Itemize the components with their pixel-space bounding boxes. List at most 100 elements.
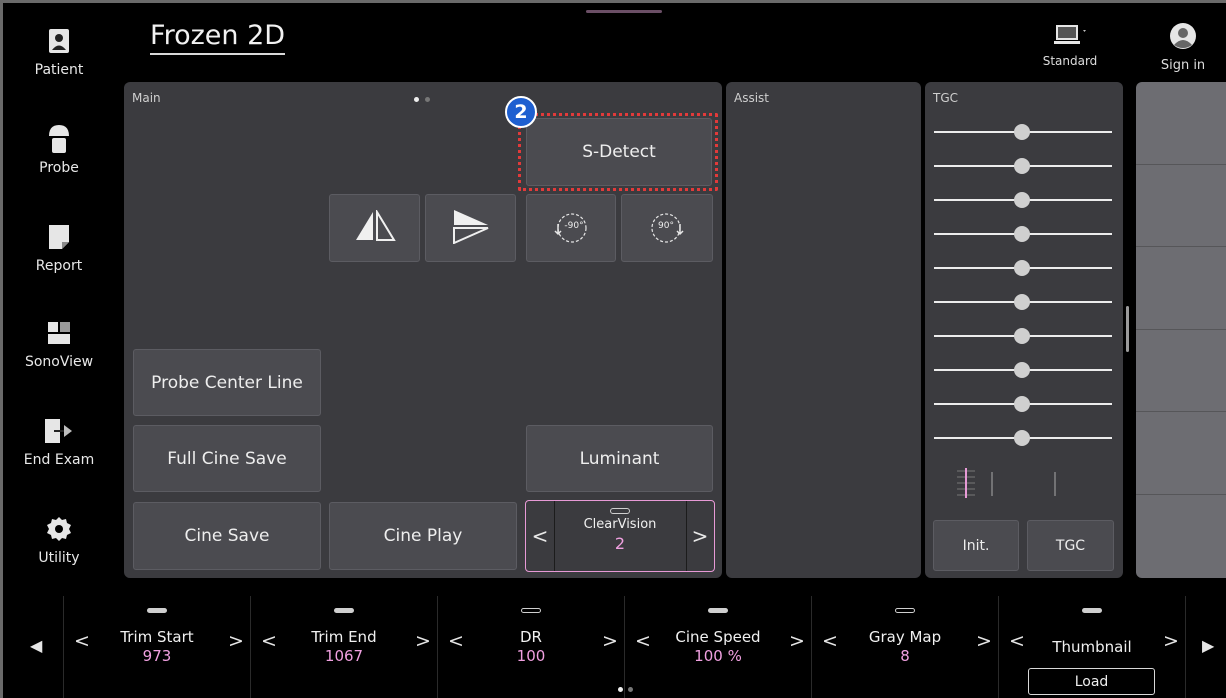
full-cine-save-button[interactable]: Full Cine Save — [133, 425, 321, 492]
tgc-panel-title: TGC — [933, 91, 959, 105]
control-indicator-icon — [1082, 608, 1102, 613]
control-value: 8 — [900, 647, 910, 665]
rotate-left-button[interactable]: -90° — [526, 194, 616, 262]
rotate-left-label: -90° — [564, 221, 584, 231]
control-label: Trim Start — [120, 628, 194, 646]
increase-button[interactable]: > — [228, 630, 244, 652]
rotate-right-label: 90° — [658, 221, 674, 231]
rotate-right-icon: 90° — [647, 210, 687, 246]
main-panel-title: Main — [132, 91, 161, 105]
control-indicator-icon — [147, 608, 167, 613]
divider — [1136, 411, 1226, 412]
main-page-dot[interactable] — [425, 97, 430, 102]
bottom-prev-page-button[interactable]: ◀ — [30, 636, 42, 655]
tgc-slider-knob[interactable] — [1014, 430, 1030, 446]
sidebar-item-label: Probe — [39, 160, 79, 176]
main-page-dot-active[interactable] — [414, 97, 419, 102]
tgc-init-button[interactable]: Init. — [933, 520, 1019, 571]
cine-save-button[interactable]: Cine Save — [133, 502, 321, 570]
sidebar-item-report[interactable]: Report — [5, 222, 113, 274]
sidebar-item-probe[interactable]: Probe — [5, 124, 113, 176]
divider — [1136, 246, 1226, 247]
tgc-slider-knob[interactable] — [1014, 260, 1030, 276]
sidebar-item-label: End Exam — [23, 452, 95, 468]
monitor-mode-button[interactable]: Standard — [1040, 24, 1100, 68]
tgc-slider-knob[interactable] — [1014, 158, 1030, 174]
assist-panel-title: Assist — [734, 91, 770, 105]
rotate-right-button[interactable]: 90° — [621, 194, 713, 262]
control-label: DR — [520, 628, 542, 646]
report-icon — [44, 222, 74, 252]
s-detect-highlight — [518, 113, 718, 191]
tgc-slider-knob[interactable] — [1014, 226, 1030, 242]
tgc-slider-knob[interactable] — [1014, 396, 1030, 412]
sidebar-item-sonoview[interactable]: SonoView — [5, 318, 113, 370]
step-badge: 2 — [505, 96, 537, 128]
control-label: Gray Map — [868, 628, 942, 646]
control-label: Thumbnail — [1052, 638, 1132, 656]
control-value: 100 % — [694, 647, 742, 665]
increase-button[interactable]: > — [976, 630, 992, 652]
control-indicator-icon — [521, 608, 541, 613]
bottom-control-trim-end: < Trim End 1067 > — [251, 596, 437, 698]
assist-panel: Assist — [726, 82, 921, 578]
luminant-button[interactable]: Luminant — [526, 425, 713, 492]
control-label: Trim End — [311, 628, 377, 646]
panel-scroll-handle[interactable] — [1126, 306, 1129, 352]
divider — [1136, 494, 1226, 495]
bottom-next-page-button[interactable]: ▶ — [1202, 636, 1214, 655]
control-indicator-icon — [708, 608, 728, 613]
patient-icon — [44, 26, 74, 56]
sidebar-item-label: Utility — [38, 550, 80, 566]
bottom-page-dot-active[interactable] — [618, 687, 623, 692]
clearvision-label: ClearVision — [583, 517, 657, 532]
flip-vertical-button[interactable] — [425, 194, 516, 262]
flip-horizontal-button[interactable] — [329, 194, 420, 262]
clearvision-next-button[interactable]: > — [686, 501, 714, 571]
probe-center-line-button[interactable]: Probe Center Line — [133, 349, 321, 416]
tgc-slider-knob[interactable] — [1014, 362, 1030, 378]
tgc-curve-icon — [957, 468, 1056, 498]
bottom-control-dr: < DR 100 > — [438, 596, 624, 698]
tgc-slider-knob[interactable] — [1014, 192, 1030, 208]
sidebar-item-end-exam[interactable]: End Exam — [5, 416, 113, 468]
increase-button[interactable]: > — [789, 630, 805, 652]
control-label: Cine Speed — [675, 628, 761, 646]
increase-button[interactable]: > — [602, 630, 618, 652]
tgc-slider-knob[interactable] — [1014, 124, 1030, 140]
bottom-control-trim-start: < Trim Start 973 > — [64, 596, 250, 698]
monitor-mode-label: Standard — [1042, 54, 1098, 68]
divider — [1136, 329, 1226, 330]
control-value: 100 — [516, 647, 546, 665]
clearvision-value: 2 — [614, 534, 626, 553]
monitor-icon — [1040, 24, 1100, 50]
sidebar-item-label: Patient — [34, 62, 84, 78]
bottom-page-dot[interactable] — [628, 687, 633, 692]
increase-button[interactable]: > — [415, 630, 431, 652]
sign-in-label: Sign in — [1160, 58, 1206, 73]
tgc-button[interactable]: TGC — [1027, 520, 1114, 571]
clearvision-control: < ClearVision 2 > — [525, 500, 715, 572]
gear-icon — [44, 514, 74, 544]
tgc-slider-knob[interactable] — [1014, 328, 1030, 344]
sidebar-item-label: Report — [35, 258, 83, 274]
cine-play-button[interactable]: Cine Play — [329, 502, 517, 570]
sidebar-item-utility[interactable]: Utility — [5, 514, 113, 566]
avatar-icon — [1148, 22, 1218, 54]
right-button-column — [1136, 82, 1226, 578]
bottom-control-gray-map: < Gray Map 8 > — [812, 596, 998, 698]
rotate-left-icon: -90° — [551, 210, 591, 246]
flip-horizontal-icon — [352, 207, 398, 247]
bottom-control-cine-speed: < Cine Speed 100 % > — [625, 596, 811, 698]
increase-button[interactable]: > — [1163, 630, 1179, 652]
divider — [1185, 596, 1186, 698]
sidebar-item-patient[interactable]: Patient — [5, 26, 113, 78]
sign-in-button[interactable]: Sign in — [1148, 22, 1218, 73]
clearvision-indicator-icon — [610, 508, 630, 514]
tgc-slider-knob[interactable] — [1014, 294, 1030, 310]
clearvision-prev-button[interactable]: < — [526, 501, 554, 571]
load-button[interactable]: Load — [1028, 668, 1155, 695]
top-drag-handle[interactable] — [586, 10, 662, 13]
control-value: 973 — [142, 647, 172, 665]
control-indicator-icon — [895, 608, 915, 613]
